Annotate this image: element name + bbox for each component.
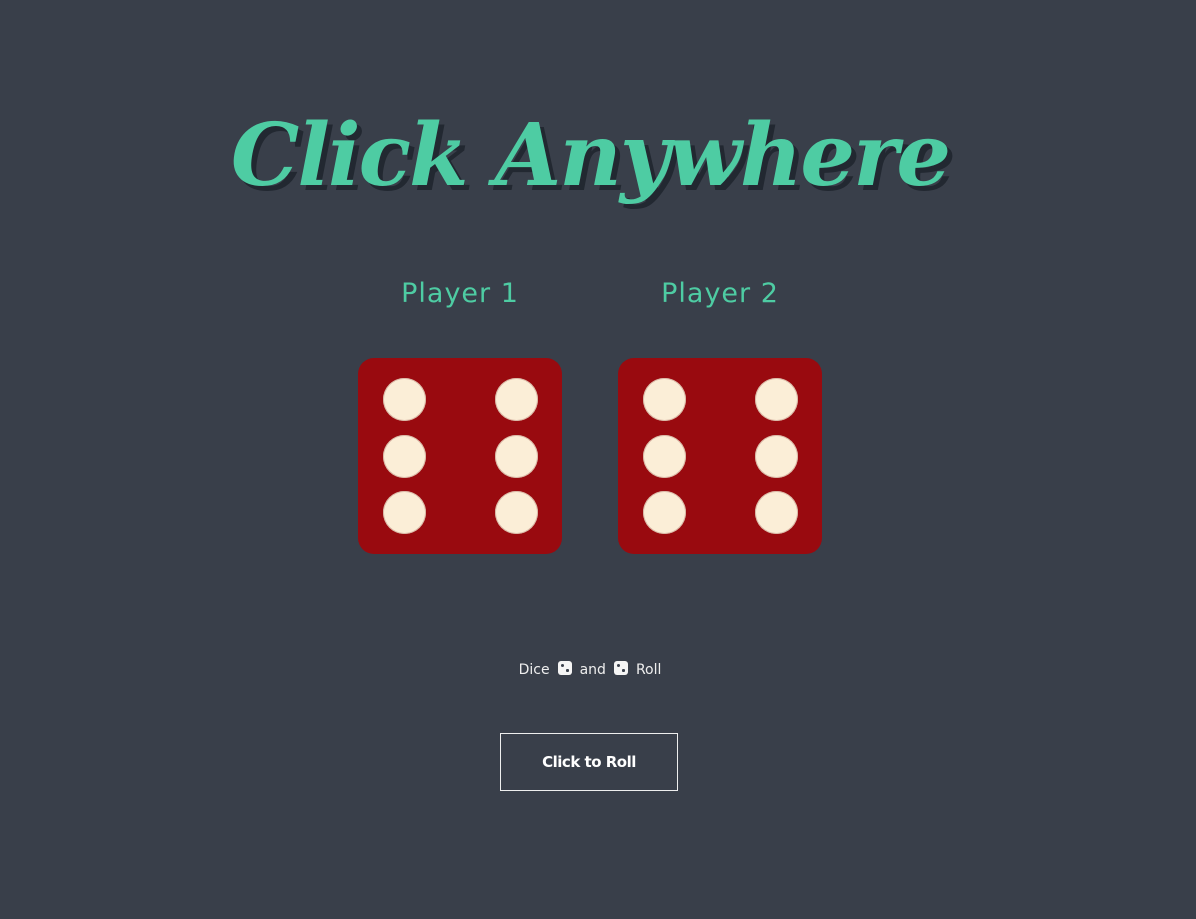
die-pip (643, 491, 686, 534)
die-pip (495, 491, 538, 534)
die-pip (755, 435, 798, 478)
die-pip (383, 435, 426, 478)
footer-caption: Dice and Roll (0, 659, 1180, 681)
die-pip (383, 491, 426, 534)
die-pip (495, 378, 538, 421)
roll-button[interactable]: Click to Roll (500, 733, 678, 791)
die-icon (557, 661, 572, 675)
page-title: Click Anywhere (230, 105, 951, 206)
die-pip (643, 378, 686, 421)
die-pip (755, 378, 798, 421)
footer-word-roll: Roll (635, 662, 662, 678)
player-1-die (358, 358, 562, 554)
die-pip (643, 435, 686, 478)
player-2-die (618, 358, 822, 554)
die-pip (383, 378, 426, 421)
die-icon (613, 661, 628, 675)
die-pip (495, 435, 538, 478)
footer-word-and: and (579, 662, 606, 678)
footer-word-dice: Dice (518, 662, 550, 678)
player-1-label: Player 1 (401, 278, 519, 309)
player-2-label: Player 2 (661, 278, 779, 309)
die-pip (755, 491, 798, 534)
